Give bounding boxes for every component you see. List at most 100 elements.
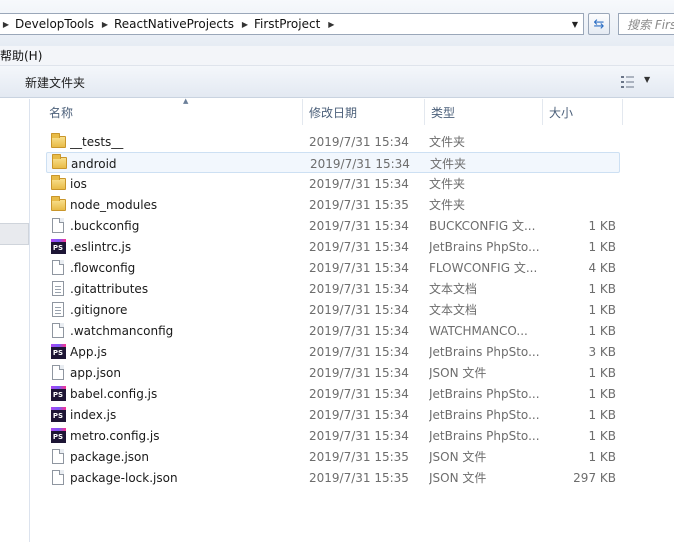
menu-bar: 帮助(H) — [0, 46, 674, 66]
breadcrumb-arrow-icon[interactable]: ▶ — [324, 14, 338, 34]
file-row[interactable]: .flowconfig 2019/7/31 15:34 FLOWCONFIG 文..… — [46, 257, 620, 278]
file-size — [544, 173, 616, 194]
file-size: 1 KB — [588, 407, 616, 422]
file-date-modified: 2019/7/31 15:35 — [309, 470, 409, 485]
file-type: 文件夹 — [429, 177, 466, 191]
file-icon — [50, 323, 66, 339]
phpstorm-icon: PS — [50, 344, 66, 360]
file-size: 1 KB — [588, 365, 616, 380]
breadcrumb-firstproject[interactable]: FirstProject — [252, 17, 324, 31]
file-size: 1 KB — [588, 449, 616, 464]
menu-help[interactable]: 帮助(H) — [0, 47, 42, 64]
file-date-modified: 2019/7/31 15:34 — [309, 239, 409, 254]
file-size — [544, 131, 616, 152]
file-date-modified: 2019/7/31 15:34 — [309, 281, 409, 296]
refresh-icon: ⇆ — [593, 16, 605, 32]
column-header-size[interactable]: 大小 — [543, 99, 623, 125]
file-size: 1 KB — [588, 281, 616, 296]
file-name: .gitattributes — [70, 281, 149, 296]
file-row[interactable]: node_modules 2019/7/31 15:35 文件夹 — [46, 194, 620, 215]
file-row[interactable]: .gitattributes 2019/7/31 15:34 文本文档 1 KB — [46, 278, 620, 299]
file-name: android — [71, 156, 117, 171]
file-row[interactable]: PS babel.config.js 2019/7/31 15:34 JetBrain… — [46, 383, 620, 404]
column-header-row: 名称 ▲ 修改日期 类型 大小 — [31, 97, 674, 125]
address-bar-area: ▶ DevelopTools ▶ ReactNativeProjects ▶ F… — [0, 0, 674, 46]
breadcrumb-arrow-icon[interactable]: ▶ — [0, 14, 13, 34]
column-header-type[interactable]: 类型 — [425, 99, 543, 125]
file-row[interactable]: PS metro.config.js 2019/7/31 15:34 JetBrain… — [46, 425, 620, 446]
refresh-button[interactable]: ⇆ — [588, 13, 610, 35]
file-type: JetBrains PhpSto... — [429, 428, 540, 443]
file-date-modified: 2019/7/31 15:34 — [309, 323, 409, 338]
file-size: 1 KB — [588, 302, 616, 317]
file-size: 4 KB — [588, 260, 616, 275]
file-name: .eslintrc.js — [70, 239, 132, 254]
file-type: JetBrains PhpSto... — [429, 239, 540, 254]
column-header-type-label: 类型 — [431, 105, 456, 120]
file-name: metro.config.js — [70, 428, 160, 443]
column-header-name[interactable]: 名称 ▲ — [43, 97, 303, 125]
file-row[interactable]: __tests__ 2019/7/31 15:34 文件夹 — [46, 131, 620, 152]
file-row[interactable]: PS .eslintrc.js 2019/7/31 15:34 JetBrains P… — [46, 236, 620, 257]
breadcrumb-reactnativeprojects[interactable]: ReactNativeProjects — [112, 17, 238, 31]
text-file-icon — [50, 302, 66, 318]
file-name: index.js — [70, 407, 117, 422]
folder-icon — [50, 174, 66, 192]
file-row[interactable]: package.json 2019/7/31 15:35 JSON 文件 1 KB — [46, 446, 620, 467]
file-size: 1 KB — [588, 386, 616, 401]
file-date-modified: 2019/7/31 15:34 — [309, 218, 409, 233]
file-icon — [50, 260, 66, 276]
file-date-modified: 2019/7/31 15:34 — [309, 134, 409, 149]
file-row[interactable]: app.json 2019/7/31 15:34 JSON 文件 1 KB — [46, 362, 620, 383]
file-icon — [50, 218, 66, 234]
file-row[interactable]: PS index.js 2019/7/31 15:34 JetBrains PhpSt… — [46, 404, 620, 425]
file-name: .watchmanconfig — [70, 323, 174, 338]
file-row[interactable]: PS App.js 2019/7/31 15:34 JetBrains PhpSto.… — [46, 341, 620, 362]
view-dropdown-icon[interactable]: ▼ — [644, 75, 650, 84]
file-date-modified: 2019/7/31 15:35 — [309, 449, 409, 464]
navigation-pane[interactable] — [0, 99, 30, 542]
breadcrumb-segment[interactable]: ▶ FirstProject ▶ — [238, 14, 338, 34]
navigation-selected-item[interactable] — [0, 223, 29, 245]
view-options-icon[interactable] — [620, 75, 636, 89]
file-date-modified: 2019/7/31 15:34 — [309, 428, 409, 443]
file-name: node_modules — [70, 197, 158, 212]
search-input[interactable]: 搜索 First — [618, 13, 674, 35]
breadcrumb-arrow-icon[interactable]: ▶ — [98, 14, 112, 34]
text-file-icon — [50, 281, 66, 297]
file-icon — [50, 470, 66, 486]
file-type: JSON 文件 — [429, 366, 487, 380]
column-header-date[interactable]: 修改日期 — [303, 99, 425, 125]
phpstorm-icon: PS — [50, 428, 66, 444]
file-name: App.js — [70, 344, 107, 359]
file-type: 文本文档 — [429, 282, 478, 296]
new-folder-button[interactable]: 新建文件夹 — [25, 74, 85, 91]
file-size: 1 KB — [588, 239, 616, 254]
file-date-modified: 2019/7/31 15:35 — [309, 197, 409, 212]
breadcrumb-segment[interactable]: ▶ DevelopTools — [0, 14, 98, 34]
file-row[interactable]: .watchmanconfig 2019/7/31 15:34 WATCHMANCO… — [46, 320, 620, 341]
file-type: JetBrains PhpSto... — [429, 344, 540, 359]
file-row[interactable]: android 2019/7/31 15:34 文件夹 — [46, 152, 620, 173]
file-type: 文件夹 — [429, 198, 466, 212]
file-type: JetBrains PhpSto... — [429, 407, 540, 422]
file-date-modified: 2019/7/31 15:34 — [309, 365, 409, 380]
file-name: .buckconfig — [70, 218, 140, 233]
phpstorm-icon: PS — [50, 386, 66, 402]
folder-icon — [51, 153, 67, 171]
file-row[interactable]: .buckconfig 2019/7/31 15:34 BUCKCONFIG 文..… — [46, 215, 620, 236]
file-row[interactable]: package-lock.json 2019/7/31 15:35 JSON 文件 2… — [46, 467, 620, 488]
breadcrumb-segment[interactable]: ▶ ReactNativeProjects — [98, 14, 238, 34]
address-history-dropdown-icon[interactable]: ▼ — [567, 14, 583, 34]
file-type: 文件夹 — [429, 135, 466, 149]
folder-icon — [50, 195, 66, 213]
file-size: 1 KB — [588, 323, 616, 338]
breadcrumb-developtools[interactable]: DevelopTools — [13, 17, 98, 31]
file-type: FLOWCONFIG 文... — [429, 261, 538, 275]
file-name: .gitignore — [70, 302, 128, 317]
file-row[interactable]: .gitignore 2019/7/31 15:34 文本文档 1 KB — [46, 299, 620, 320]
address-bar[interactable]: ▶ DevelopTools ▶ ReactNativeProjects ▶ F… — [0, 13, 584, 35]
file-type: JetBrains PhpSto... — [429, 386, 540, 401]
breadcrumb-arrow-icon[interactable]: ▶ — [238, 14, 252, 34]
file-row[interactable]: ios 2019/7/31 15:34 文件夹 — [46, 173, 620, 194]
